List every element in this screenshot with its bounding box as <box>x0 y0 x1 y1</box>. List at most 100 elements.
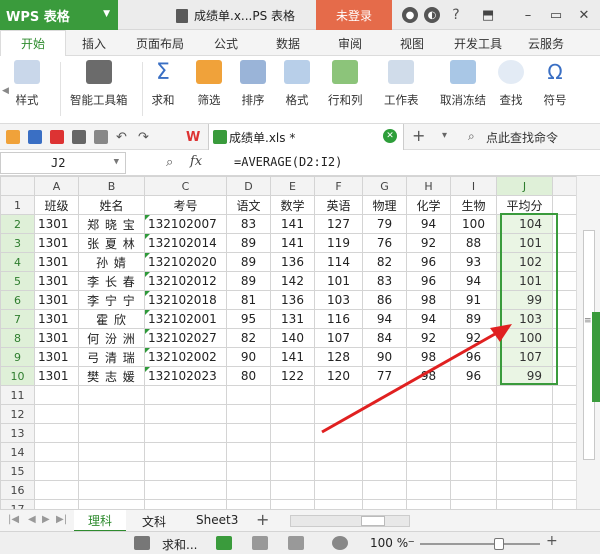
header-cell[interactable]: 生物 <box>450 195 497 215</box>
feedback-icon[interactable]: ◐ <box>424 7 440 23</box>
data-cell[interactable]: 86 <box>362 290 407 310</box>
empty-cell[interactable] <box>552 271 577 291</box>
command-search[interactable]: 点此查找命令 <box>486 129 558 146</box>
row-header[interactable]: 11 <box>0 385 35 405</box>
header-cell[interactable]: 化学 <box>406 195 451 215</box>
data-cell[interactable]: 82 <box>226 328 271 348</box>
zoom-icon[interactable]: ⌕ <box>166 155 173 170</box>
horizontal-scrollbar[interactable] <box>290 515 410 527</box>
tab-view[interactable]: 视图 <box>400 35 424 52</box>
data-cell[interactable]: 98 <box>406 347 451 367</box>
data-cell[interactable]: 89 <box>226 252 271 272</box>
smart-toolbox-button[interactable]: 智能工具箱 <box>70 60 128 108</box>
empty-cell[interactable] <box>362 499 407 509</box>
empty-cell[interactable] <box>270 442 315 462</box>
column-header-j[interactable]: J <box>496 176 553 196</box>
data-cell[interactable]: 79 <box>362 214 407 234</box>
data-cell[interactable]: 89 <box>450 309 497 329</box>
average-cell[interactable]: 104 <box>496 214 553 234</box>
skin-icon[interactable]: ● <box>402 7 418 23</box>
empty-cell[interactable] <box>226 480 271 500</box>
data-cell[interactable]: 1301 <box>34 271 79 291</box>
header-cell[interactable]: 英语 <box>314 195 363 215</box>
empty-cell[interactable] <box>144 461 227 481</box>
data-cell[interactable]: 96 <box>406 271 451 291</box>
tab-cloud[interactable]: 云服务 <box>528 35 564 52</box>
sheet-tab-arts[interactable]: 文科 <box>142 513 166 530</box>
worksheet-button[interactable]: 工作表 <box>384 60 419 108</box>
find-button[interactable]: 查找 <box>498 60 524 108</box>
login-button[interactable]: 未登录 <box>316 0 392 30</box>
empty-cell[interactable] <box>78 423 145 443</box>
tab-developer[interactable]: 开发工具 <box>454 35 502 52</box>
tab-review[interactable]: 审阅 <box>338 35 362 52</box>
column-header-a[interactable]: A <box>34 176 79 196</box>
file-tab[interactable]: 成绩单.xls * ✕ <box>208 124 404 150</box>
tab-data[interactable]: 数据 <box>276 35 300 52</box>
data-cell[interactable]: 77 <box>362 366 407 386</box>
empty-cell[interactable] <box>552 252 577 272</box>
empty-cell[interactable] <box>362 442 407 462</box>
chevron-down-icon[interactable]: ▼ <box>114 157 119 167</box>
empty-cell[interactable] <box>270 480 315 500</box>
empty-cell[interactable] <box>496 480 553 500</box>
data-cell[interactable]: 141 <box>270 214 315 234</box>
column-header-c[interactable]: C <box>144 176 227 196</box>
header-cell[interactable]: 物理 <box>362 195 407 215</box>
empty-cell[interactable] <box>270 461 315 481</box>
wps-menu-button[interactable]: WPS 表格 ▼ <box>0 0 118 30</box>
empty-cell[interactable] <box>226 423 271 443</box>
empty-cell[interactable] <box>270 404 315 424</box>
empty-cell[interactable] <box>78 404 145 424</box>
open-icon[interactable] <box>6 130 20 144</box>
data-cell[interactable]: 132102018 <box>144 290 227 310</box>
empty-cell[interactable] <box>450 385 497 405</box>
sheet-tab-sheet3[interactable]: Sheet3 <box>196 513 238 527</box>
average-cell[interactable]: 100 <box>496 328 553 348</box>
row-header[interactable]: 8 <box>0 328 35 348</box>
data-cell[interactable]: 122 <box>270 366 315 386</box>
next-sheet-icon[interactable]: ▶ <box>42 514 50 525</box>
data-cell[interactable]: 88 <box>450 233 497 253</box>
empty-cell[interactable] <box>34 461 79 481</box>
empty-cell[interactable] <box>226 461 271 481</box>
column-header-f[interactable]: F <box>314 176 363 196</box>
data-cell[interactable]: 114 <box>314 252 363 272</box>
spreadsheet-grid[interactable]: A B C D E F G H I J 1 班级 姓名 考号 语文 数学 英语 物理 化学 生物 平均分 2 1301 郑 晓… <box>0 176 600 509</box>
empty-cell[interactable] <box>406 442 451 462</box>
tab-list-icon[interactable]: ▾ <box>442 130 447 141</box>
empty-cell[interactable] <box>552 385 577 405</box>
sheet-tab-science[interactable]: 理科 <box>74 510 126 532</box>
normal-view-icon[interactable] <box>216 536 232 550</box>
empty-cell[interactable] <box>552 195 577 215</box>
data-cell[interactable]: 1301 <box>34 214 79 234</box>
row-header[interactable]: 4 <box>0 252 35 272</box>
row-header[interactable]: 10 <box>0 366 35 386</box>
data-cell[interactable]: 128 <box>314 347 363 367</box>
data-cell[interactable]: 1301 <box>34 252 79 272</box>
pdf-icon[interactable] <box>50 130 64 144</box>
empty-cell[interactable] <box>552 366 577 386</box>
page-break-view-icon[interactable] <box>288 536 304 550</box>
side-panel-toggle[interactable] <box>592 312 600 402</box>
row-header[interactable]: 14 <box>0 442 35 462</box>
maximize-button[interactable]: ▭ <box>546 5 566 25</box>
empty-cell[interactable] <box>362 404 407 424</box>
data-cell[interactable]: 94 <box>362 309 407 329</box>
data-cell[interactable]: 1301 <box>34 347 79 367</box>
column-header-b[interactable]: B <box>78 176 145 196</box>
empty-cell[interactable] <box>362 480 407 500</box>
close-tab-icon[interactable]: ✕ <box>383 129 397 143</box>
data-cell[interactable]: 127 <box>314 214 363 234</box>
empty-cell[interactable] <box>496 461 553 481</box>
data-cell[interactable]: 131 <box>270 309 315 329</box>
empty-cell[interactable] <box>362 385 407 405</box>
data-cell[interactable]: 119 <box>314 233 363 253</box>
data-cell[interactable]: 92 <box>406 328 451 348</box>
empty-cell[interactable] <box>552 290 577 310</box>
sort-button[interactable]: 排序 <box>240 60 266 108</box>
empty-cell[interactable] <box>362 461 407 481</box>
data-cell[interactable]: 141 <box>270 347 315 367</box>
empty-cell[interactable] <box>450 461 497 481</box>
data-cell[interactable]: 1301 <box>34 233 79 253</box>
